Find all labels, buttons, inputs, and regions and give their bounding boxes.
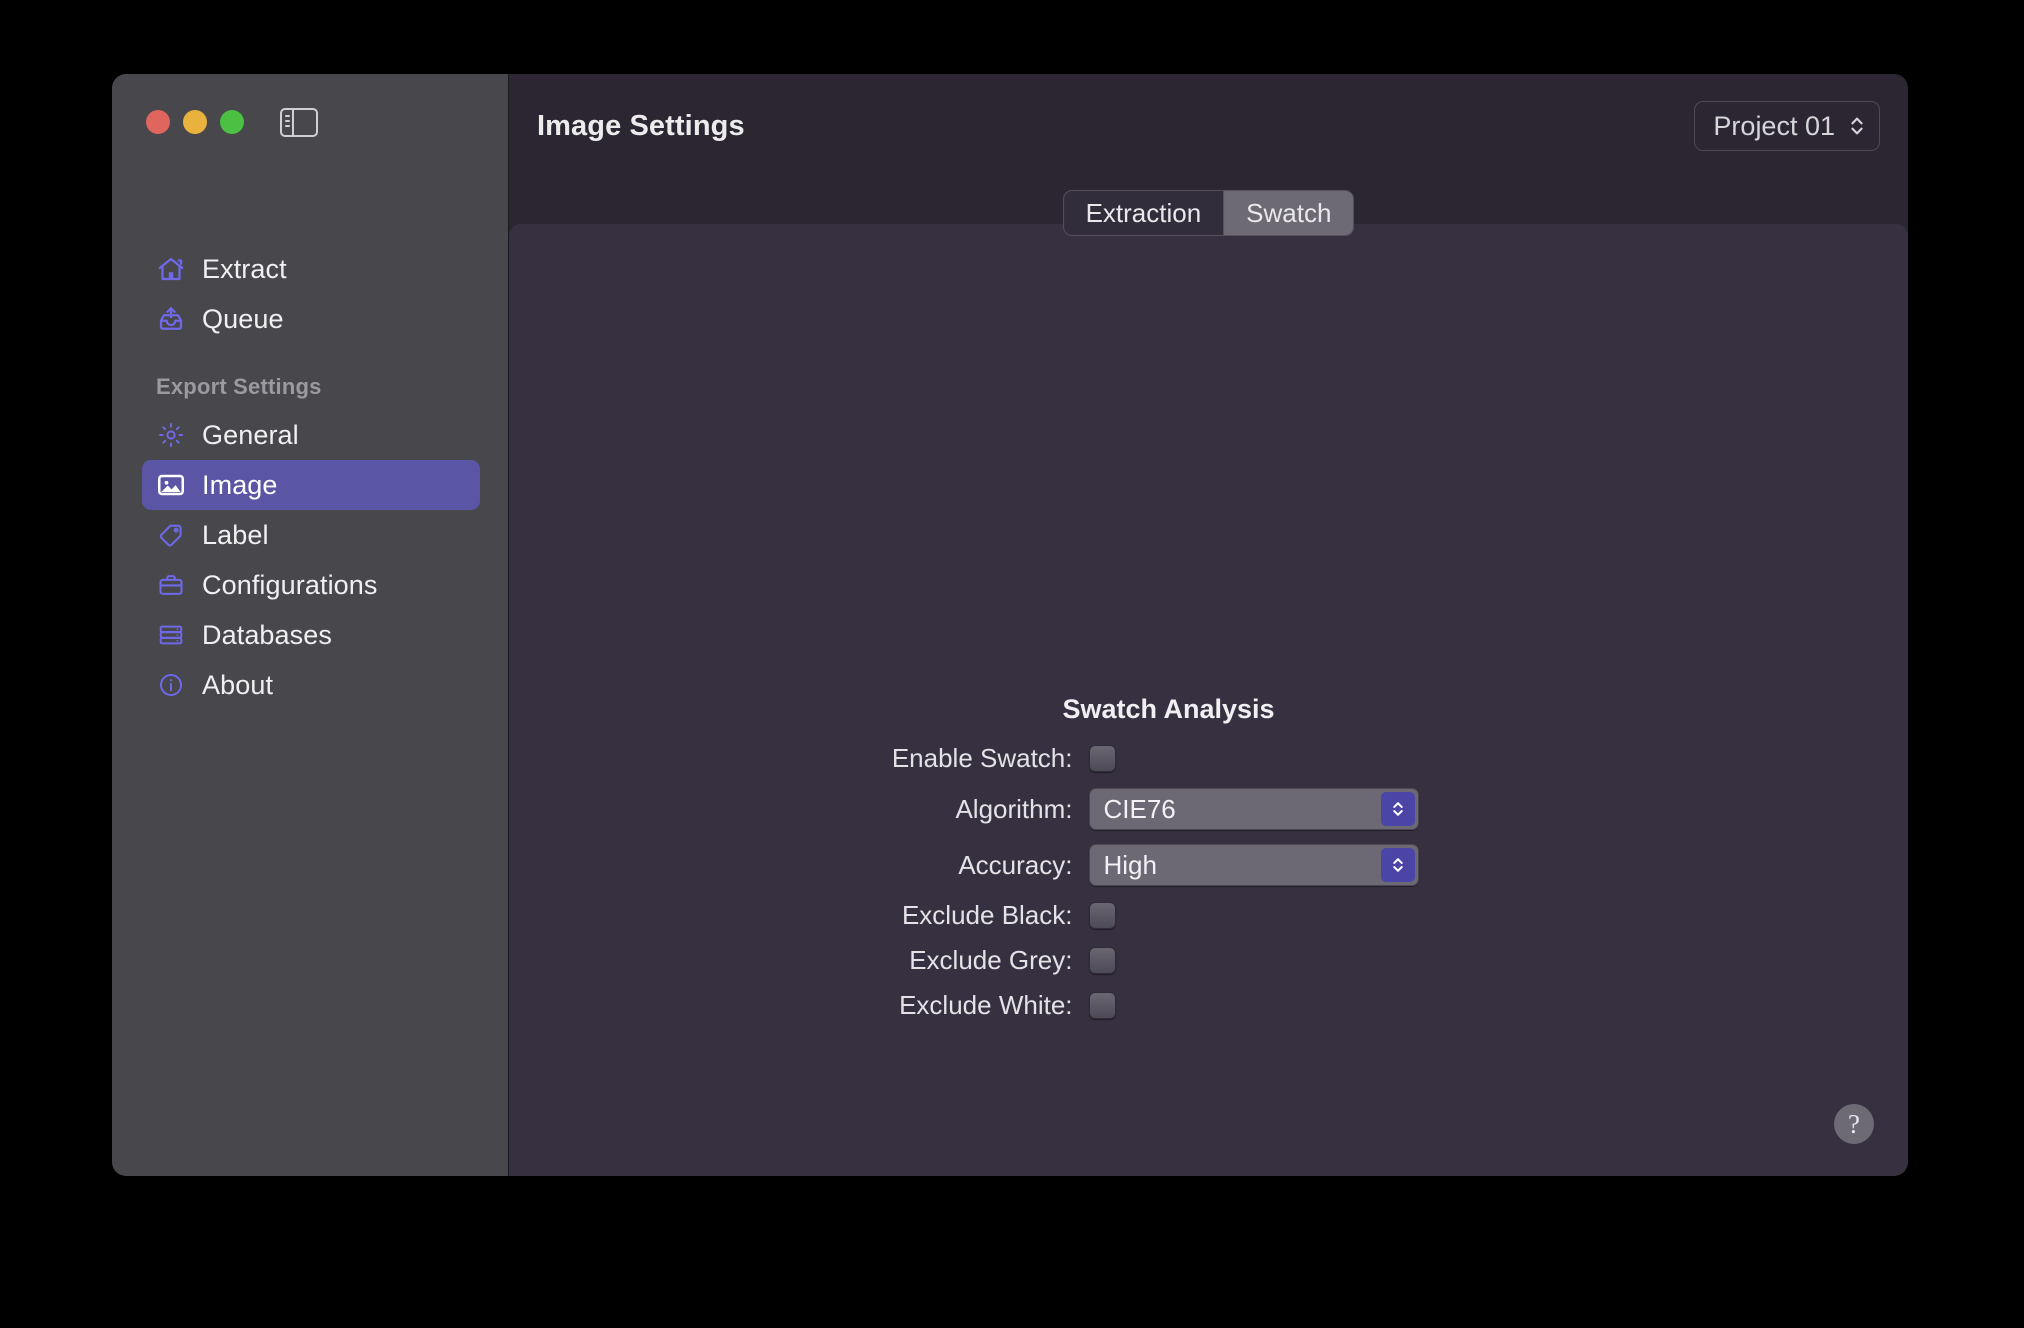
exclude-white-label: Exclude White: [899,990,1073,1020]
sidebar-item-label: Queue [202,303,284,334]
sidebar-toggle-lines [284,115,290,130]
sidebar-item-extract[interactable]: Extract [142,244,480,294]
row-algorithm: Algorithm: CIE76 [859,788,1559,830]
content-panel: Extraction Swatch Swatch Analysis Enable… [509,190,1908,1176]
sidebar-item-label: Image [202,469,278,500]
toolbar: Image Settings Project 01 [509,74,1908,178]
exclude-grey-checkbox[interactable] [1088,947,1116,974]
sidebar-item-label: Extract [202,253,287,284]
row-exclude-black: Exclude Black: [859,900,1559,931]
tag-icon [156,520,186,550]
exclude-grey-label: Exclude Grey: [909,945,1073,975]
accuracy-label: Accuracy: [958,849,1073,880]
tab-swatch[interactable]: Swatch [1223,191,1354,235]
sidebar-item-about[interactable]: About [142,660,480,710]
sidebar-item-configurations[interactable]: Configurations [142,560,480,610]
sidebar-item-databases[interactable]: Databases [142,610,480,660]
row-exclude-white: Exclude White: [859,990,1559,1021]
sidebar-item-image[interactable]: Image [142,460,480,510]
sidebar-item-label: Label [202,519,269,550]
app-window: Extract Queue Export Settings General Im… [112,74,1908,1176]
swatch-settings-form: Swatch Analysis Enable Swatch: Algorithm… [859,694,1559,1035]
gear-icon [156,420,186,450]
project-picker[interactable]: Project 01 [1694,101,1880,151]
sidebar-section-header: Export Settings [156,374,322,399]
sidebar-toggle-icon[interactable] [280,108,318,137]
window-controls [146,110,244,134]
exclude-white-checkbox[interactable] [1088,992,1116,1019]
minimize-button[interactable] [183,110,207,134]
tab-extraction[interactable]: Extraction [1064,191,1224,235]
sidebar-item-label: Databases [202,619,332,650]
tab-bar: Extraction Swatch [1062,190,1355,236]
page-title: Image Settings [537,109,745,142]
close-button[interactable] [146,110,170,134]
sidebar-item-queue[interactable]: Queue [142,294,480,344]
row-accuracy: Accuracy: High [859,844,1559,886]
enable-swatch-label: Enable Swatch: [891,743,1073,773]
chevron-up-down-icon [1849,113,1865,139]
accuracy-select[interactable]: High [1088,844,1419,886]
info-circle-icon [156,670,186,700]
group-title: Swatch Analysis [1062,694,1275,724]
row-enable-swatch: Enable Swatch: [859,743,1559,774]
sidebar-item-label: About [202,669,274,700]
algorithm-label: Algorithm: [955,793,1073,824]
exclude-black-label: Exclude Black: [901,900,1073,930]
sidebar: Extract Queue Export Settings General Im… [112,74,509,1176]
algorithm-select[interactable]: CIE76 [1088,788,1419,830]
exclude-black-checkbox[interactable] [1088,902,1116,929]
main-area: Image Settings Project 01 Extraction Swa… [509,74,1908,1176]
sidebar-item-label: General [202,419,299,450]
server-rack-icon [156,620,186,650]
chevron-up-down-icon[interactable] [1380,848,1415,882]
sidebar-nav: Extract Queue Export Settings General Im… [112,244,508,710]
project-picker-value: Project 01 [1713,110,1835,141]
briefcase-icon [156,570,186,600]
house-icon [156,254,186,284]
zoom-button[interactable] [220,110,244,134]
sidebar-item-label: Configurations [202,569,378,600]
enable-swatch-checkbox[interactable] [1088,745,1116,772]
accuracy-value: High [1103,849,1157,880]
help-button[interactable]: ? [1834,1104,1874,1144]
algorithm-value: CIE76 [1103,793,1176,824]
row-exclude-grey: Exclude Grey: [859,945,1559,976]
chevron-up-down-icon[interactable] [1380,792,1415,826]
photo-icon [156,470,186,500]
sidebar-item-general[interactable]: General [142,410,480,460]
sidebar-item-label[interactable]: Label [142,510,480,560]
tray-upload-icon [156,304,186,334]
